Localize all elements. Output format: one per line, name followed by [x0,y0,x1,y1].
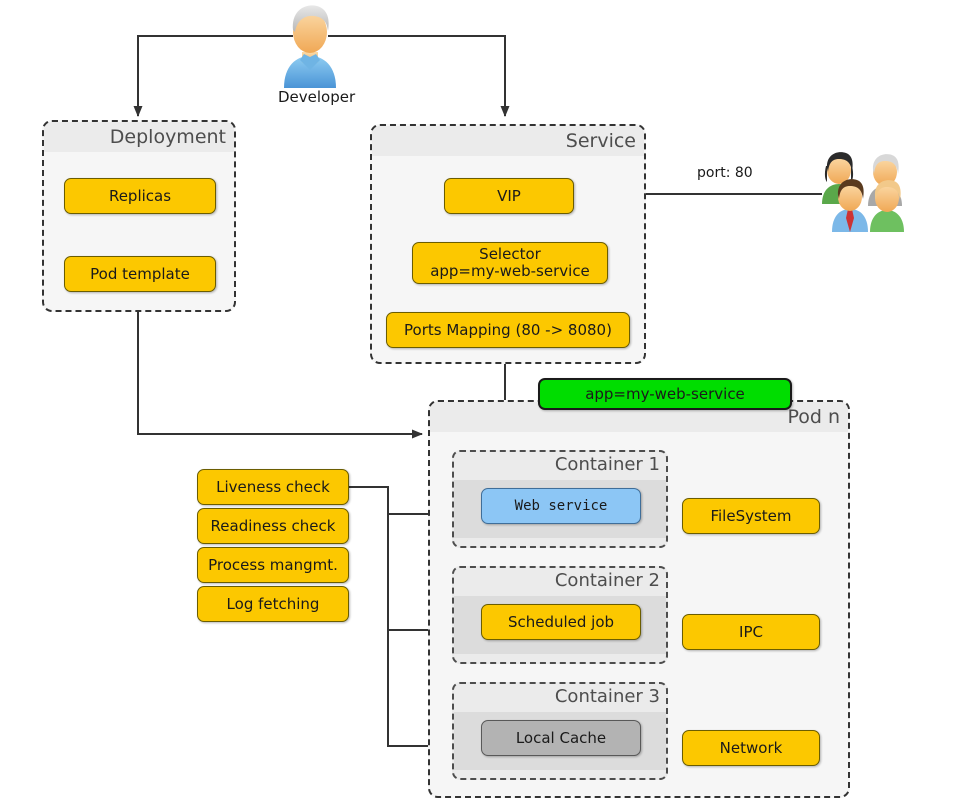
deployment-title: Deployment [109,126,226,148]
scheduled-job-node[interactable]: Scheduled job [481,604,641,640]
web-service-node[interactable]: Web service [481,488,641,524]
container2-group: Container 2 Scheduled job [452,566,668,664]
developer-actor: Developer [278,0,356,108]
process-mangmt-node[interactable]: Process mangmt. [197,547,349,583]
selector-node[interactable]: Selector app=my-web-service [412,242,608,284]
edge-developer-to-deployment [133,35,293,117]
ports-mapping-node[interactable]: Ports Mapping (80 -> 8080) [386,312,630,348]
port-80-label: port: 80 [694,165,756,181]
liveness-check-node[interactable]: Liveness check [197,469,349,505]
diagram-canvas: Developer port: 80 Deployment Replicas P… [0,0,961,805]
users-actor [818,148,906,232]
container2-title: Container 2 [554,570,660,591]
vip-node[interactable]: VIP [444,178,574,214]
service-title: Service [565,130,636,152]
filesystem-node[interactable]: FileSystem [682,498,820,534]
container1-group: Container 1 Web service [452,450,668,548]
service-group: Service VIP Selector app=my-web-service … [370,124,646,364]
container3-title: Container 3 [554,686,660,707]
log-fetching-node[interactable]: Log fetching [197,586,349,622]
user-icon [284,5,336,88]
local-cache-node[interactable]: Local Cache [481,720,641,756]
pod-group: Pod n Container 1 Web service Container … [428,400,850,798]
readiness-check-node[interactable]: Readiness check [197,508,349,544]
pod-template-node[interactable]: Pod template [64,256,216,292]
replicas-node[interactable]: Replicas [64,178,216,214]
container3-group: Container 3 Local Cache [452,682,668,780]
ipc-node[interactable]: IPC [682,614,820,650]
pod-title: Pod n [787,406,840,428]
users-group-icon [822,152,904,232]
deployment-group: Deployment Replicas Pod template [42,120,236,312]
pod-label-node[interactable]: app=my-web-service [538,378,792,410]
container1-title: Container 1 [554,454,660,475]
network-node[interactable]: Network [682,730,820,766]
developer-label: Developer [278,88,356,106]
